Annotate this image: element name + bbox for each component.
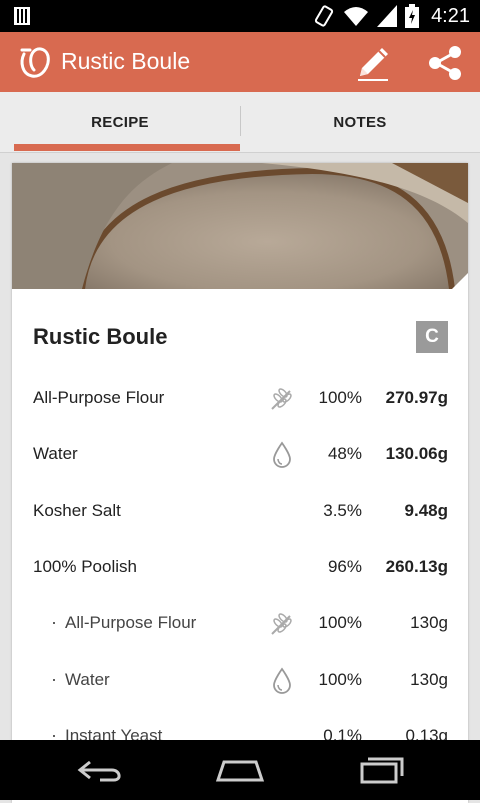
ingredient-weight: 130g [410,613,448,633]
baker-percentage: 96% [327,556,362,576]
home-icon[interactable] [210,754,270,786]
category-badge[interactable]: C [416,321,448,353]
app-title: Rustic Boule [61,48,191,74]
status-time: 4:21 [431,4,470,27]
bread-logo-icon[interactable] [18,44,52,80]
ingredient-name: All-Purpose Flour [33,388,165,407]
sub-ingredient-row[interactable]: · Water 100% 130g [33,661,448,701]
sub-ingredient-row[interactable]: · All-Purpose Flour 100% 130g [33,604,448,644]
pencil-icon[interactable] [352,42,394,84]
baker-percentage: 3.5% [323,500,362,520]
water-drop-icon [273,441,291,469]
ingredient-row[interactable]: 100% Poolish 96% 260.13g [33,548,448,588]
status-bar: 4:21 [0,0,480,32]
ingredient-name: Kosher Salt [33,500,121,520]
back-icon[interactable] [70,754,130,786]
tab-notes[interactable]: NOTES [240,92,480,152]
ingredient-name: Water [65,669,110,689]
tab-recipe[interactable]: RECIPE [0,92,240,152]
signal-icon [377,5,398,27]
ingredient-weight: 260.13g [385,556,448,576]
ingredient-row[interactable]: Water 48% 130.06g [33,435,448,475]
ingredient-name: All-Purpose Flour [65,613,197,633]
baker-percentage: 100% [318,669,362,689]
wifi-icon [344,7,369,26]
baker-percentage: 100% [318,388,362,407]
ingredient-weight: 130.06g [385,444,448,464]
wheat-icon [271,613,292,635]
navigation-bar [0,740,480,800]
ingredient-row[interactable]: All-Purpose Flour 100% 270.97g [33,379,448,419]
ingredient-weight: 130g [410,669,448,689]
baker-percentage: 100% [318,613,362,633]
ingredient-weight: 270.97g [385,388,448,407]
recipe-title: Rustic Boule [33,324,168,349]
ingredient-name: Water [33,444,78,464]
share-icon[interactable] [426,44,464,82]
wheat-icon [271,388,292,410]
baker-percentage: 48% [327,444,362,464]
bullet-icon: · [51,668,57,689]
ingredient-name: 100% Poolish [33,556,137,576]
notification-icon [14,7,30,25]
battery-icon [405,4,420,28]
bullet-icon: · [51,612,57,633]
ingredient-row[interactable]: Kosher Salt 3.5% 9.48g [33,492,448,532]
action-bar: Rustic Boule [0,32,480,92]
water-drop-icon [273,666,291,694]
vibrate-icon [314,5,334,27]
recents-icon[interactable] [352,754,412,786]
recipe-card: Rustic Boule C All-Purpose Flour 100% 270.… [12,163,468,803]
tab-selected-indicator [14,144,240,151]
ingredient-weight: 9.48g [404,500,448,520]
recipe-photo [12,163,468,289]
